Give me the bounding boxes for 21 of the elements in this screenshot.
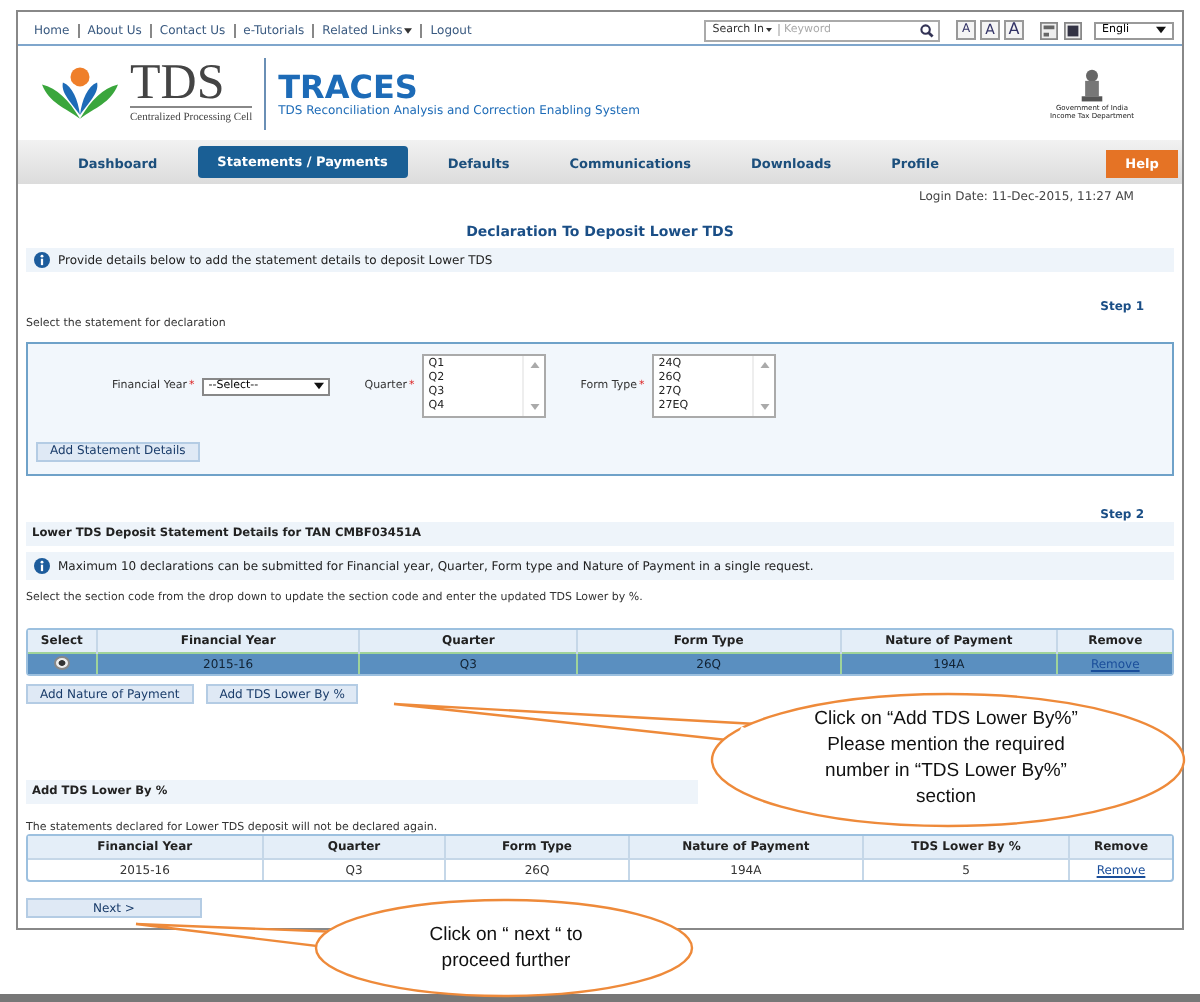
caret-icon: [766, 28, 772, 32]
callout-text: Click on “Add TDS Lower By%” Please mention the required number in “TDS Lower By%” section: [812, 706, 1080, 810]
sitemap-icon[interactable]: [1040, 21, 1058, 39]
scroll-down-icon: [759, 404, 770, 410]
search-icon[interactable]: [920, 23, 934, 37]
radio-button[interactable]: [53, 655, 70, 669]
caret-icon: [1156, 26, 1166, 34]
scroll-up-icon: [529, 362, 540, 368]
scroll-up-icon: [759, 362, 770, 368]
system-name: TRACES: [278, 69, 420, 103]
scroll-down-icon: [529, 404, 540, 410]
caret-icon: [314, 382, 325, 390]
font-size-button[interactable]: A: [1004, 20, 1024, 40]
tds-logo-icon: [42, 63, 118, 123]
logo-text: TDS: [130, 62, 227, 106]
contrast-icon[interactable]: [1064, 21, 1082, 39]
caret-icon: [404, 27, 413, 33]
callout-text: Click on “ next “ to proceed further: [427, 922, 585, 974]
info-icon: [34, 252, 50, 268]
emblem-icon: [1079, 67, 1104, 103]
info-icon: [34, 558, 50, 574]
